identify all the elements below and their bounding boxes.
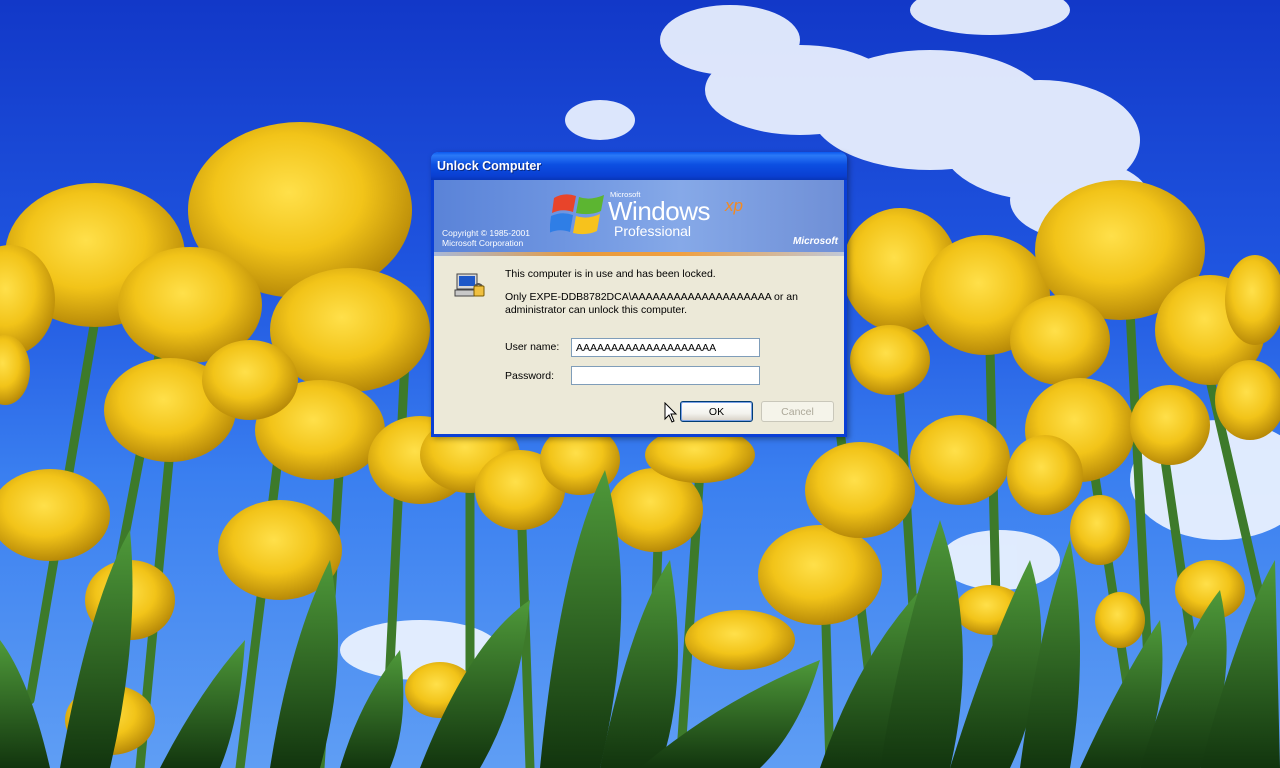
mouse-pointer-icon xyxy=(664,402,678,423)
username-label: User name: xyxy=(505,341,560,353)
windows-flag-logo xyxy=(550,194,604,235)
copyright-line-1: Copyright © 1985-2001 xyxy=(442,228,531,238)
banner-accent-stripe xyxy=(434,252,844,256)
microsoft-logo-text: Microsoft xyxy=(793,236,838,247)
unlock-permission-message: Only EXPE-DDB8782DCA\AAAAAAAAAAAAAAAAAAA… xyxy=(505,291,825,317)
password-field[interactable] xyxy=(571,366,760,385)
unlock-permission-line-2: administrator can unlock this computer. xyxy=(505,304,688,316)
unlock-computer-dialog: Unlock Computer Copyright © 1985-2001 Mi… xyxy=(431,152,847,437)
copyright-line-2: Microsoft Corporation xyxy=(442,238,524,248)
locked-message: This computer is in use and has been loc… xyxy=(505,268,716,280)
locked-computer-icon xyxy=(454,273,485,297)
dialog-title: Unlock Computer xyxy=(437,159,542,173)
dialog-title-bar[interactable]: Unlock Computer xyxy=(431,152,847,180)
windows-xp-banner: Copyright © 1985-2001 Microsoft Corporat… xyxy=(434,180,844,256)
ok-button[interactable]: OK xyxy=(680,401,753,422)
cancel-button[interactable]: Cancel xyxy=(761,401,834,422)
copyright-text: Copyright © 1985-2001 Microsoft Corporat… xyxy=(442,228,530,248)
password-label: Password: xyxy=(505,370,555,382)
username-field[interactable] xyxy=(571,338,760,357)
unlock-permission-line-1: Only EXPE-DDB8782DCA\AAAAAAAAAAAAAAAAAAA… xyxy=(505,291,798,303)
brand-edition: Professional xyxy=(614,223,692,239)
brand-xp: xp xyxy=(725,196,743,215)
